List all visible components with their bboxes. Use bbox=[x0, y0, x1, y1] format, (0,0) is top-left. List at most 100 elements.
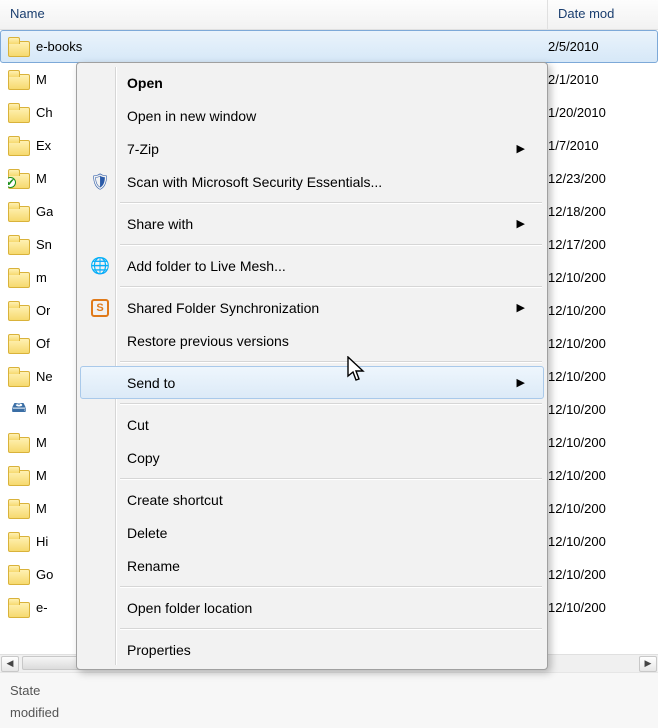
folder-icon bbox=[8, 103, 30, 123]
file-name: Ch bbox=[36, 105, 53, 120]
menu-item-label: 7-Zip bbox=[127, 141, 159, 157]
date-cell: 12/18/200 bbox=[548, 204, 658, 219]
scroll-thumb[interactable] bbox=[22, 656, 82, 670]
file-name: m bbox=[36, 270, 47, 285]
menu-item-label: Open in new window bbox=[127, 108, 256, 124]
date-cell: 12/10/200 bbox=[548, 402, 658, 417]
date-cell: 12/10/200 bbox=[548, 468, 658, 483]
folder-icon bbox=[8, 70, 30, 90]
folder-icon bbox=[8, 433, 30, 453]
folder-icon bbox=[8, 334, 30, 354]
folder-icon bbox=[8, 367, 30, 387]
date-cell: 12/10/200 bbox=[548, 435, 658, 450]
menu-separator bbox=[120, 244, 542, 245]
menu-item-rename[interactable]: Rename bbox=[80, 549, 544, 582]
date-cell: 12/23/200 bbox=[548, 171, 658, 186]
menu-item-label: Scan with Microsoft Security Essentials.… bbox=[127, 174, 382, 190]
file-name: M bbox=[36, 72, 47, 87]
date-cell: 12/17/200 bbox=[548, 237, 658, 252]
file-name: Of bbox=[36, 336, 50, 351]
date-cell: 12/10/200 bbox=[548, 567, 658, 582]
file-name: Sn bbox=[36, 237, 52, 252]
globe-icon: 🌐 bbox=[89, 255, 111, 277]
drive-icon: 🖴 bbox=[8, 400, 30, 420]
folder-icon bbox=[8, 202, 30, 222]
folder-icon bbox=[8, 598, 30, 618]
menu-separator bbox=[120, 403, 542, 404]
folder-icon bbox=[8, 136, 30, 156]
file-name: Ne bbox=[36, 369, 53, 384]
scroll-left-button[interactable]: ◀ bbox=[1, 656, 19, 672]
file-name: e- bbox=[36, 600, 48, 615]
file-name: Ga bbox=[36, 204, 53, 219]
file-name: e-books bbox=[36, 39, 82, 54]
status-bar: State modified bbox=[0, 672, 658, 728]
menu-item-share-with[interactable]: Share with▶ bbox=[80, 207, 544, 240]
date-cell: 1/7/2010 bbox=[548, 138, 658, 153]
menu-item-cut[interactable]: Cut bbox=[80, 408, 544, 441]
menu-item-label: Create shortcut bbox=[127, 492, 223, 508]
menu-item-label: Share with bbox=[127, 216, 193, 232]
folder-security-icon: ✔ bbox=[8, 169, 30, 189]
column-header: Name Date mod bbox=[0, 0, 658, 30]
column-header-date[interactable]: Date mod bbox=[548, 0, 658, 29]
menu-item-shared-folder-synchronization[interactable]: SShared Folder Synchronization▶ bbox=[80, 291, 544, 324]
date-cell: 12/10/200 bbox=[548, 501, 658, 516]
file-name: M bbox=[36, 402, 47, 417]
menu-item-open[interactable]: Open bbox=[80, 66, 544, 99]
sync-icon: S bbox=[89, 297, 111, 319]
date-cell: 2/5/2010 bbox=[548, 39, 657, 54]
date-cell: 12/10/200 bbox=[548, 303, 658, 318]
menu-item-open-folder-location[interactable]: Open folder location bbox=[80, 591, 544, 624]
file-name: Go bbox=[36, 567, 53, 582]
menu-separator bbox=[120, 628, 542, 629]
menu-item-create-shortcut[interactable]: Create shortcut bbox=[80, 483, 544, 516]
folder-icon bbox=[8, 301, 30, 321]
submenu-arrow-icon: ▶ bbox=[517, 376, 525, 389]
folder-icon bbox=[8, 37, 30, 57]
menu-item-properties[interactable]: Properties bbox=[80, 633, 544, 666]
column-header-name[interactable]: Name bbox=[0, 0, 548, 29]
menu-separator bbox=[120, 286, 542, 287]
file-row[interactable]: e-books 2/5/2010 bbox=[0, 30, 658, 63]
folder-icon bbox=[8, 268, 30, 288]
submenu-arrow-icon: ▶ bbox=[517, 142, 525, 155]
submenu-arrow-icon: ▶ bbox=[517, 301, 525, 314]
date-cell: 12/10/200 bbox=[548, 270, 658, 285]
menu-separator bbox=[120, 361, 542, 362]
menu-item-send-to[interactable]: Send to ▶ bbox=[80, 366, 544, 399]
menu-separator bbox=[120, 586, 542, 587]
menu-item-label: Open bbox=[127, 75, 163, 91]
folder-icon bbox=[8, 532, 30, 552]
date-cell: 12/10/200 bbox=[548, 534, 658, 549]
status-line-2: modified bbox=[10, 701, 648, 723]
file-name: M bbox=[36, 171, 47, 186]
folder-icon bbox=[8, 499, 30, 519]
menu-separator bbox=[120, 478, 542, 479]
folder-icon bbox=[8, 235, 30, 255]
file-name: Hi bbox=[36, 534, 48, 549]
menu-item-delete[interactable]: Delete bbox=[80, 516, 544, 549]
menu-item-restore-previous-versions[interactable]: Restore previous versions bbox=[80, 324, 544, 357]
menu-item-label: Restore previous versions bbox=[127, 333, 289, 349]
menu-item-label: Copy bbox=[127, 450, 160, 466]
menu-item-open-in-new-window[interactable]: Open in new window bbox=[80, 99, 544, 132]
date-cell: 1/20/2010 bbox=[548, 105, 658, 120]
file-name: Or bbox=[36, 303, 50, 318]
menu-item-label: Add folder to Live Mesh... bbox=[127, 258, 286, 274]
menu-item-add-folder-to-live-mesh[interactable]: 🌐 Add folder to Live Mesh... bbox=[80, 249, 544, 282]
menu-item-7-zip[interactable]: 7-Zip ▶ bbox=[80, 132, 544, 165]
menu-item-scan-with-microsoft-security-essentials[interactable]: 🛡 Scan with Microsoft Security Essentials… bbox=[80, 165, 544, 198]
date-cell: 12/10/200 bbox=[548, 600, 658, 615]
folder-icon bbox=[8, 466, 30, 486]
shield-icon: 🛡 bbox=[89, 171, 111, 193]
name-cell: e-books bbox=[8, 37, 548, 57]
menu-item-label: Send to bbox=[127, 375, 175, 391]
menu-item-label: Rename bbox=[127, 558, 180, 574]
date-cell: 12/10/200 bbox=[548, 369, 658, 384]
folder-icon bbox=[8, 565, 30, 585]
scroll-right-button[interactable]: ▶ bbox=[639, 656, 657, 672]
menu-item-copy[interactable]: Copy bbox=[80, 441, 544, 474]
file-name: M bbox=[36, 468, 47, 483]
date-cell: 12/10/200 bbox=[548, 336, 658, 351]
